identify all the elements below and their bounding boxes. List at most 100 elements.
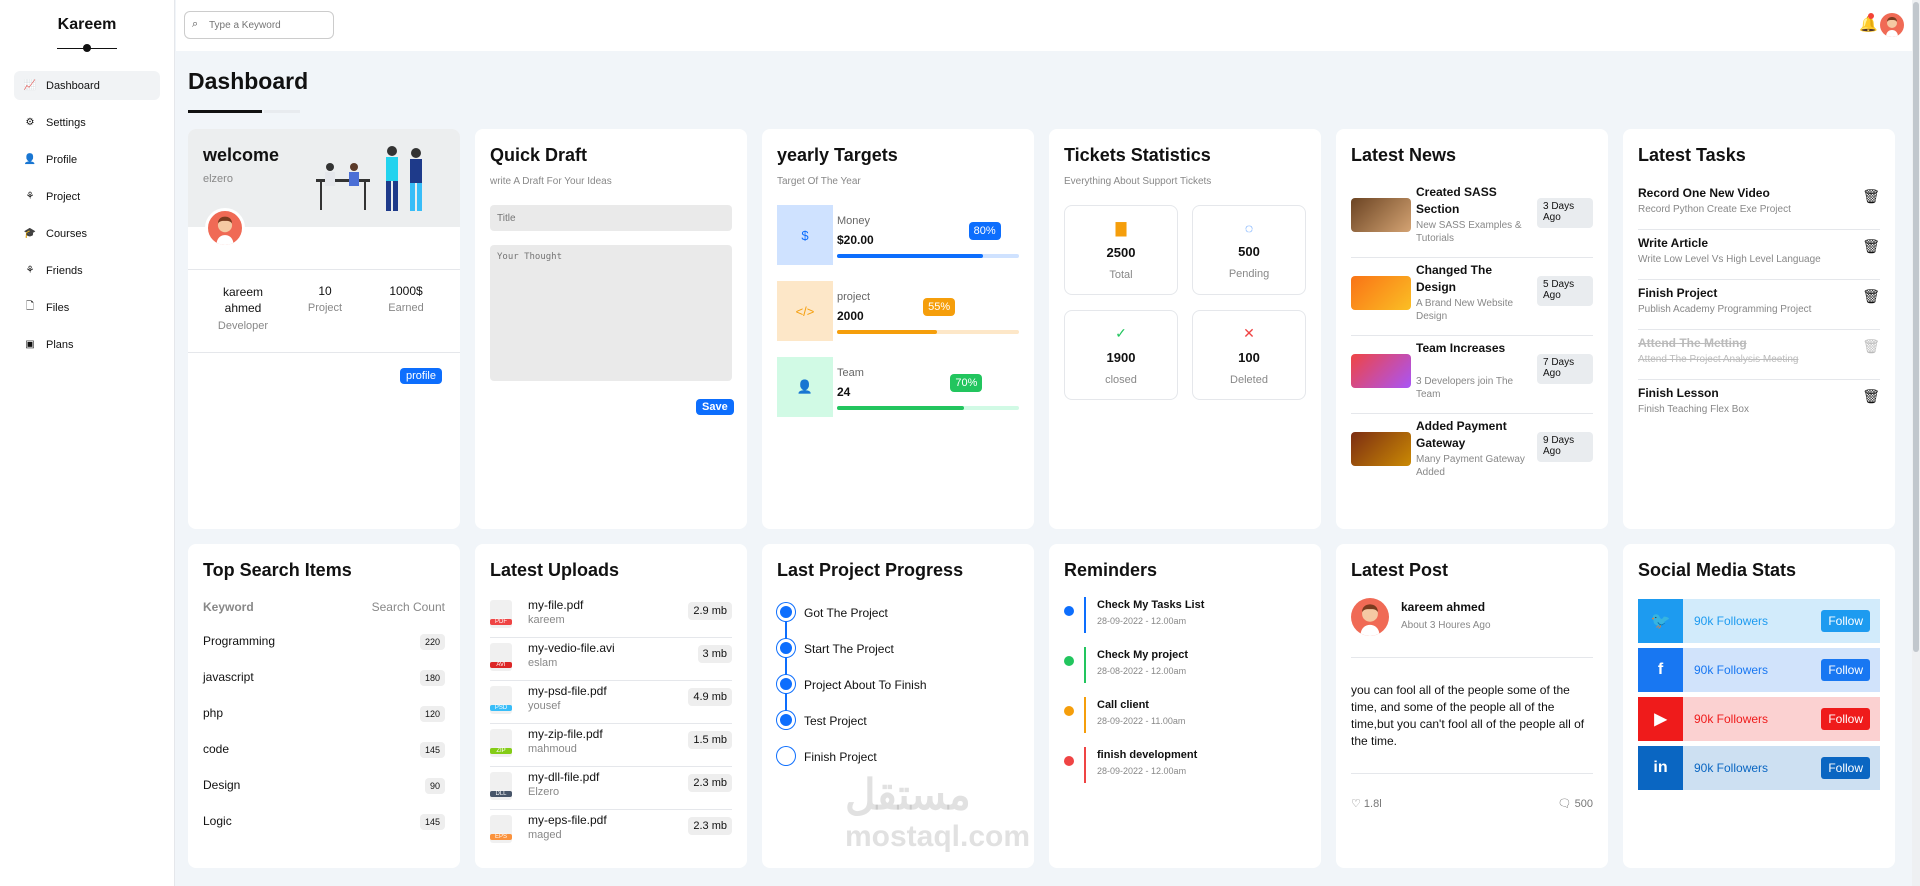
sidebar-item-project[interactable]: ⚘ Project <box>14 182 160 211</box>
reminder-item: Check My Tasks List 28-09-2022 - 12.00am <box>1064 597 1306 637</box>
sidebar-item-profile[interactable]: 👤 Profile <box>14 145 160 174</box>
sidebar-item-label: Project <box>46 190 81 203</box>
search-icon: ⌕ <box>192 18 199 30</box>
news-image <box>1351 198 1411 232</box>
target-value: 24 <box>837 385 851 399</box>
welcome-title: welcome <box>203 145 280 165</box>
reminder-item: finish development 28-09-2022 - 12.00am <box>1064 747 1306 787</box>
file-icon: PSD <box>490 686 512 714</box>
upload-item[interactable]: DLL my-dll-file.pdf Elzero 2.3 mb <box>490 768 732 810</box>
news-item[interactable]: Changed The Design A Brand New Website De… <box>1351 258 1593 336</box>
sidebar-item-courses[interactable]: 🎓 Courses <box>14 219 160 248</box>
sidebar-item-settings[interactable]: ⚙ Settings <box>14 108 160 137</box>
step-label: Project About To Finish <box>804 678 927 692</box>
news-item[interactable]: Created SASS Section New SASS Examples & … <box>1351 180 1593 258</box>
upload-size-badge: 1.5 mb <box>688 731 732 749</box>
search-count-badge: 145 <box>419 814 445 830</box>
step-label: Start The Project <box>804 642 894 656</box>
task-desc: Publish Academy Programming Project <box>1638 304 1812 315</box>
spinner-icon: ◌ <box>1244 220 1254 236</box>
scrollbar-thumb[interactable] <box>1913 2 1919 652</box>
linkedin-icon[interactable]: in <box>1638 746 1683 790</box>
card-title: Latest Post <box>1351 560 1449 580</box>
trash-icon[interactable]: 🗑 <box>1862 238 1880 255</box>
latest-news-card: Latest News Created SASS Section New SASS… <box>1336 129 1608 529</box>
comments[interactable]: 🗨 500 <box>1558 797 1593 810</box>
upload-owner: Elzero <box>528 786 560 798</box>
news-title: Created SASS Section <box>1416 185 1497 216</box>
youtube-icon[interactable]: ▶ <box>1638 697 1683 741</box>
team-illustration <box>316 146 422 211</box>
trash-icon[interactable]: 🗑 <box>1862 338 1880 355</box>
file-type-label: DLL <box>490 791 512 797</box>
news-item[interactable]: Added Payment Gateway Many Payment Gatewa… <box>1351 414 1593 492</box>
file-icon: EPS <box>490 815 512 843</box>
sidebar-nav: 📈 Dashboard ⚙ Settings 👤 Profile ⚘ Project 🎓… <box>0 71 174 359</box>
save-button[interactable]: Save <box>696 399 734 415</box>
news-title: Team Increases <box>1416 341 1506 355</box>
upload-item[interactable]: AVI my-vedio-file.avi eslam 3 mb <box>490 639 732 681</box>
ticket-stat: ✓ 1900 closed <box>1064 310 1178 400</box>
sidebar-item-dashboard[interactable]: 📈 Dashboard <box>14 71 160 100</box>
reminder-dot <box>1064 606 1074 616</box>
page-title: Dashboard <box>188 68 309 94</box>
trash-icon[interactable]: 🗑 <box>1862 188 1880 205</box>
profile-button[interactable]: profile <box>400 368 442 384</box>
file-type-label: PSD <box>490 705 512 711</box>
follow-button[interactable]: Follow <box>1821 610 1870 632</box>
project-icon: ⚘ <box>25 191 35 202</box>
follow-button[interactable]: Follow <box>1821 659 1870 681</box>
step-dot <box>777 675 795 693</box>
card-title: Social Media Stats <box>1638 560 1797 580</box>
facebook-icon[interactable]: f <box>1638 648 1683 692</box>
ticket-label: Pending <box>1228 268 1270 280</box>
earned-value: 1000$ <box>389 284 423 298</box>
ticket-label: closed <box>1105 374 1137 386</box>
reminders-card: Reminders Check My Tasks List 28-09-2022 … <box>1049 544 1321 868</box>
followers-count: 90k Followers <box>1694 663 1769 677</box>
search-keyword: php <box>203 706 224 720</box>
file-type-label: PDF <box>490 619 512 625</box>
followers-count: 90k Followers <box>1694 712 1769 726</box>
draft-title-input[interactable] <box>490 205 732 231</box>
likes[interactable]: ♡ 1.8l <box>1351 797 1382 810</box>
chart-icon: 📈 <box>23 80 37 91</box>
follow-button[interactable]: Follow <box>1821 708 1870 730</box>
follow-button[interactable]: Follow <box>1821 757 1870 779</box>
post-time: About 3 Houres Ago <box>1401 620 1491 631</box>
upload-file-name: my-psd-file.pdf <box>528 684 607 698</box>
trash-icon[interactable]: 🗑 <box>1862 388 1880 405</box>
avatar[interactable] <box>1880 13 1904 37</box>
draft-body-textarea[interactable] <box>490 245 732 381</box>
scrollbar[interactable] <box>1912 0 1920 886</box>
upload-file-name: my-vedio-file.avi <box>528 641 615 655</box>
upload-item[interactable]: EPS my-eps-file.pdf maged 2.3 mb <box>490 811 732 853</box>
task-title: Finish Lesson <box>1638 386 1719 400</box>
news-desc: Many Payment Gateway Added <box>1416 454 1525 478</box>
search-keyword: Logic <box>203 814 232 828</box>
card-subtitle: Everything About Support Tickets <box>1064 176 1212 187</box>
twitter-icon[interactable]: 🐦 <box>1638 599 1683 643</box>
reminder-date: 28-09-2022 - 11.00am <box>1097 716 1186 726</box>
reminder-bar <box>1084 697 1086 733</box>
yearly-targets-card: yearly Targets Target Of The Year $ Money… <box>762 129 1034 529</box>
upload-item[interactable]: ZIP my-zip-file.pdf mahmoud 1.5 mb <box>490 725 732 767</box>
quick-draft-card: Quick Draft write A Draft For Your Ideas… <box>475 129 747 529</box>
search-input[interactable] <box>184 11 334 39</box>
trash-icon[interactable]: 🗑 <box>1862 288 1880 305</box>
upload-item[interactable]: PDF my-file.pdf kareem 2.9 mb <box>490 596 732 638</box>
search-keyword: Programming <box>203 634 276 648</box>
upload-owner: maged <box>528 829 562 841</box>
news-item[interactable]: Team Increases 3 Developers join The Team… <box>1351 336 1593 414</box>
sidebar-item-files[interactable]: 🗋 Files <box>14 293 160 322</box>
target-value: 2000 <box>837 309 864 323</box>
upload-item[interactable]: PSD my-psd-file.pdf yousef 4.9 mb <box>490 682 732 724</box>
profile-name: kareem ahmed <box>222 285 263 315</box>
search-item-row: Logic 145 <box>203 814 445 834</box>
reminder-bar <box>1084 747 1086 783</box>
sidebar-item-friends[interactable]: ⚘ Friends <box>14 256 160 285</box>
sidebar-item-plans[interactable]: ▣ Plans <box>14 330 160 359</box>
projects-label: Project <box>307 302 343 314</box>
news-title: Added Payment Gateway <box>1416 419 1507 450</box>
task-desc: Attend The Project Analysis Meeting <box>1638 354 1799 365</box>
